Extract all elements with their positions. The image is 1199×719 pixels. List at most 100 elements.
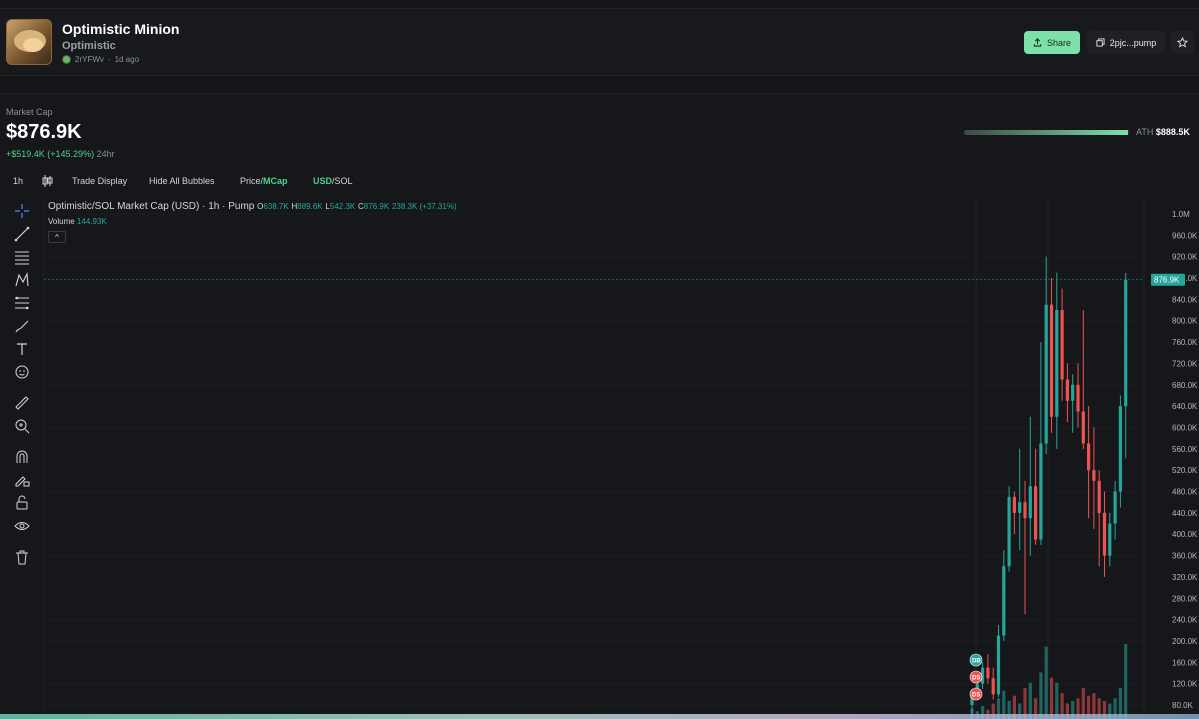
- candlestick-icon: [42, 175, 53, 187]
- y-tick-label: 840.0K: [1172, 295, 1198, 304]
- crosshair-icon: [15, 204, 29, 218]
- usd-sol-toggle[interactable]: USD/SOL: [313, 176, 353, 186]
- top-strip: [0, 0, 1199, 9]
- legend-title: Optimistic/SOL Market Cap (USD) · 1h · P…: [48, 201, 255, 212]
- emoji-tool[interactable]: [13, 363, 31, 381]
- y-tick-label: 760.0K: [1172, 338, 1198, 347]
- candle-body: [996, 635, 1001, 695]
- y-tick-label: 280.0K: [1172, 594, 1198, 603]
- share-button[interactable]: Share: [1024, 31, 1080, 54]
- ath-label: ATH $888.5K: [1136, 127, 1190, 137]
- pattern-icon: [15, 272, 29, 287]
- candle-body: [1002, 566, 1006, 636]
- horizontal-lines-icon: [15, 251, 29, 265]
- candle-body: [1113, 491, 1117, 524]
- y-tick-label: 920.0K: [1172, 253, 1198, 262]
- chart-area[interactable]: 1.0M960.0K920.0K880.0K840.0K800.0K760.0K…: [44, 198, 1199, 719]
- interval-selector[interactable]: 1h: [13, 176, 23, 186]
- token-header: Optimistic Minion Optimistic 2rYFWv · 1d…: [0, 10, 1199, 76]
- y-tick-label: 600.0K: [1172, 423, 1198, 432]
- magnet-icon: [16, 450, 28, 463]
- change-value: +$519.4K (+145.29%): [6, 149, 95, 159]
- fib-tool[interactable]: [13, 294, 31, 312]
- trade-marker-label: DS: [972, 676, 980, 682]
- candle-body: [1018, 502, 1022, 513]
- volume-bar: [1044, 646, 1048, 719]
- candle-body: [1076, 384, 1080, 412]
- volume-value: 144.93K: [76, 217, 107, 226]
- trend-line-tool[interactable]: [13, 225, 31, 243]
- ruler-icon: [15, 396, 29, 410]
- trash-icon: [16, 550, 28, 565]
- collapse-legend-button[interactable]: ^: [48, 231, 66, 243]
- candle-body: [1012, 496, 1016, 513]
- volume-bar: [1124, 644, 1128, 719]
- ruler-tool[interactable]: [13, 394, 31, 412]
- candle-body: [1007, 496, 1011, 567]
- trade-marker-label: DB: [972, 659, 981, 665]
- candle-body: [1034, 486, 1038, 540]
- candle-body: [1023, 502, 1027, 519]
- candle-body: [1087, 443, 1091, 471]
- candle-body: [991, 678, 995, 695]
- hide-bubbles-button[interactable]: Hide All Bubbles: [149, 176, 215, 186]
- candlestick-chart[interactable]: 1.0M960.0K920.0K880.0K840.0K800.0K760.0K…: [44, 198, 1199, 719]
- price-mcap-toggle[interactable]: Price/MCap: [240, 176, 288, 186]
- pencil-lock-icon: [15, 476, 30, 487]
- y-tick-label: 520.0K: [1172, 466, 1198, 475]
- upload-icon: [1033, 38, 1042, 47]
- candle-body: [1108, 523, 1112, 556]
- crosshair-tool[interactable]: [13, 202, 31, 220]
- meta-separator: ·: [107, 55, 111, 64]
- candle-body: [986, 667, 990, 679]
- y-tick-label: 400.0K: [1172, 530, 1198, 539]
- text-icon: [17, 343, 27, 355]
- candle-type-button[interactable]: [42, 175, 53, 189]
- candle-body: [1092, 470, 1096, 481]
- ath-progress-bar: [964, 130, 1130, 135]
- lock-tool[interactable]: [13, 494, 31, 512]
- delete-tool[interactable]: [13, 548, 31, 566]
- candle-body: [1081, 411, 1085, 444]
- y-tick-label: 200.0K: [1172, 637, 1198, 646]
- favorite-button[interactable]: [1171, 31, 1194, 54]
- market-cap-label: Market Cap: [6, 107, 53, 117]
- trade-display-button[interactable]: Trade Display: [72, 176, 127, 186]
- star-icon: [1177, 37, 1188, 48]
- creator-name[interactable]: 2rYFWv: [75, 55, 104, 64]
- magnet-tool[interactable]: [13, 448, 31, 466]
- candle-body: [1102, 512, 1107, 556]
- ath-text: ATH: [1136, 127, 1154, 137]
- visibility-tool[interactable]: [13, 517, 31, 535]
- trade-marker-label: DS: [972, 693, 980, 699]
- zoom-tool[interactable]: [13, 417, 31, 435]
- brush-icon: [15, 320, 29, 333]
- brush-tool[interactable]: [13, 317, 31, 335]
- mcap-option: MCap: [263, 176, 288, 186]
- token-avatar[interactable]: [6, 19, 52, 65]
- trend-line-icon: [14, 226, 30, 242]
- header-divider: [0, 77, 1199, 94]
- candle-body: [1039, 443, 1043, 540]
- volume-legend: Volume 144.93K: [48, 217, 107, 226]
- lock-drawing-tool[interactable]: [13, 471, 31, 489]
- bottom-glow: [0, 714, 1199, 719]
- token-ticker: Optimistic: [62, 40, 116, 52]
- fib-icon: [15, 296, 29, 310]
- text-tool[interactable]: [13, 340, 31, 358]
- pattern-tool[interactable]: [13, 271, 31, 289]
- chart-toolbar: 1h Trade Display Hide All Bubbles Price/…: [0, 171, 1199, 193]
- horizontal-lines-tool[interactable]: [13, 248, 31, 266]
- copy-icon: [1096, 38, 1105, 47]
- candle-body: [1071, 384, 1075, 401]
- volume-label: Volume: [48, 217, 75, 226]
- chart-legend: Optimistic/SOL Market Cap (USD) · 1h · P…: [48, 201, 457, 212]
- y-tick-label: 680.0K: [1172, 381, 1198, 390]
- y-tick-label: 560.0K: [1172, 445, 1198, 454]
- candle-body: [1044, 304, 1048, 444]
- y-tick-label: 800.0K: [1172, 317, 1198, 326]
- y-tick-label: 320.0K: [1172, 573, 1198, 582]
- usd-option: USD: [313, 176, 333, 186]
- copy-address-button[interactable]: 2pjc...pump: [1087, 31, 1165, 54]
- open-value: 638.7K: [263, 202, 289, 211]
